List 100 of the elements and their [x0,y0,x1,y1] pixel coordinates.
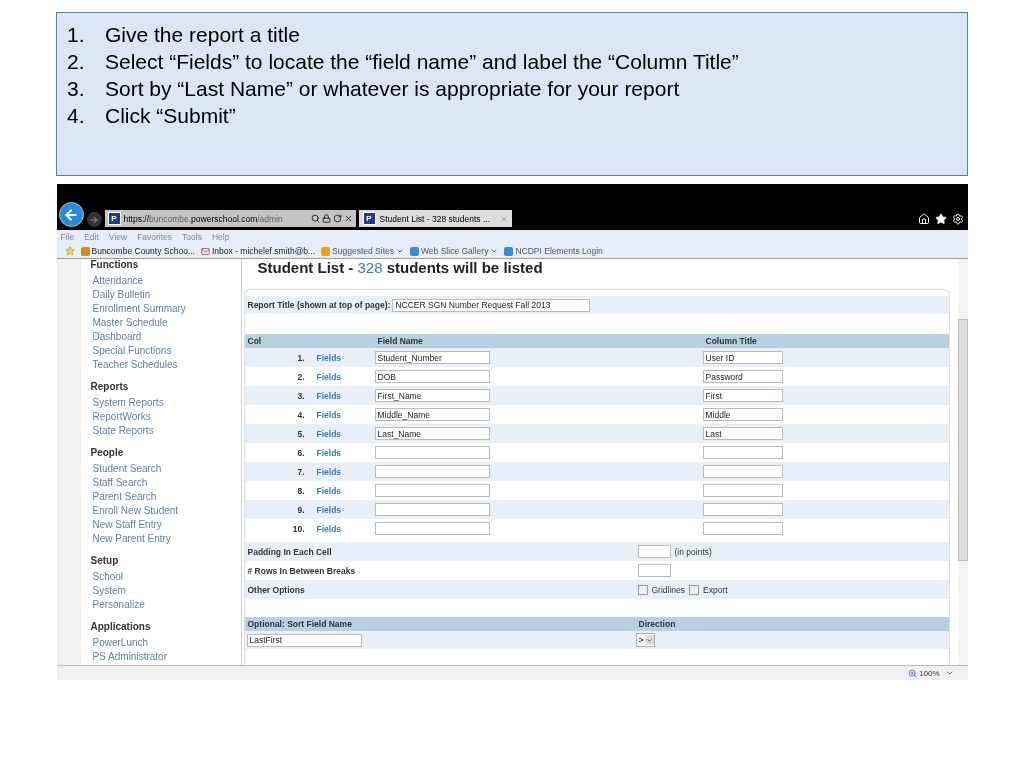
menu-item[interactable]: Favorites [137,232,173,242]
fields-link[interactable]: Fields [316,428,375,439]
column-header: Column Title [704,336,758,346]
star-icon[interactable] [934,213,947,225]
scrollbar[interactable] [957,259,968,665]
favorite-link[interactable]: Buncombe County Schoo... [80,246,195,256]
checkbox-label: Export [703,584,728,595]
sidebar-link[interactable]: ReportWorks [92,410,241,424]
sidebar-link[interactable]: Enrollment Summary [92,302,241,316]
sidebar-link[interactable]: State Reports [92,424,241,438]
favorite-link[interactable]: Suggested Sites [321,246,404,256]
fields-link[interactable]: Fields [316,352,375,363]
column-title-input[interactable]: Middle [702,408,783,421]
column-header: Field Name [376,336,424,346]
menu-item[interactable]: View [108,232,128,242]
field-name-input[interactable] [374,522,490,535]
lock-icon [321,214,331,223]
column-title-input[interactable] [702,446,783,459]
checkbox[interactable] [637,584,648,595]
fields-link[interactable]: Fields [316,523,375,534]
browser-tab[interactable]: P Student List - 328 students ... [358,210,512,227]
padding-input[interactable] [637,545,671,558]
sidebar-link[interactable]: Daily Bulletin [92,288,241,302]
fields-link[interactable]: Fields [316,390,375,401]
zoom-level[interactable]: 100% [908,668,940,678]
step-text: Select “Fields” to locate the “field name” and label the “Column Title” [105,49,739,75]
column-title-input[interactable]: Last [702,427,783,440]
field-name-input[interactable] [374,484,490,497]
close-icon[interactable] [343,214,353,223]
sidebar-link[interactable]: Special Functions [92,344,241,358]
fields-link[interactable]: Fields [316,504,375,515]
sidebar-link[interactable]: Personalize [92,598,241,612]
caret-icon[interactable] [945,669,954,677]
address-bar[interactable]: P https://buncombe.powerschool.com/admin [104,210,356,227]
sidebar-link[interactable]: Enroll New Student [92,504,241,518]
caret-icon [490,247,499,255]
column-title-input[interactable] [702,465,783,478]
fields-link[interactable]: Fields [316,466,375,477]
sidebar-link[interactable]: PowerLunch [92,636,241,650]
sidebar-heading: Reports [90,381,130,393]
step-number: 2. [67,49,86,75]
sidebar-link[interactable]: Attendance [92,274,241,288]
sort-field-input[interactable]: LastFirst [246,633,362,647]
row-number: 9. [296,504,306,515]
sidebar-link[interactable]: Student Search [92,462,241,476]
sidebar-link[interactable]: Parent Search [92,490,241,504]
fields-link[interactable]: Fields [316,409,375,420]
sidebar-link[interactable]: New Staff Entry [92,518,241,532]
refresh-icon[interactable] [332,214,342,223]
field-name-input[interactable] [374,503,490,516]
field-name-input[interactable]: Student_Number [374,351,490,364]
rows-input[interactable] [637,564,671,577]
menu-item[interactable]: Help [211,232,230,242]
home-icon[interactable] [917,213,930,225]
search-icon[interactable] [310,214,320,223]
settings-icon[interactable] [951,213,964,225]
field-name-input[interactable] [374,446,490,459]
sidebar-link[interactable]: System Reports [92,396,241,410]
favorite-link[interactable]: NCDPI Elements Login [504,246,603,256]
site-icon [410,246,419,256]
column-title-input[interactable] [702,522,783,535]
column-title-input[interactable]: First [702,389,783,402]
menu-item[interactable]: Edit [84,232,99,242]
favorite-link[interactable]: Inbox - michelef.smith@b... [201,246,316,256]
field-name-input[interactable]: First_Name [374,389,490,402]
page-title: Student List - 328 students will be listed [256,259,544,276]
field-name-input[interactable]: Middle_Name [374,408,490,421]
column-title-input[interactable] [702,484,783,497]
field-name-input[interactable] [374,465,490,478]
direction-select[interactable]: > [635,633,656,647]
sidebar-link[interactable]: Teacher Schedules [92,358,241,372]
zoom-icon [908,668,918,678]
checkbox[interactable] [689,584,700,595]
sidebar-link[interactable]: School [92,570,241,584]
step-text: Sort by “Last Name” or whatever is appropriate for your report [105,76,680,102]
sidebar-link[interactable]: System [92,584,241,598]
site-icon: P [362,212,376,225]
report-title-field[interactable]: NCCER SGN Number Request Fall 2013 [392,298,591,312]
sidebar-link[interactable]: Staff Search [92,476,241,490]
column-title-input[interactable]: User ID [702,351,783,364]
menu-item[interactable]: File [60,232,75,242]
fields-link[interactable]: Fields [316,485,375,496]
fields-link[interactable]: Fields [316,447,375,458]
menu-item[interactable]: Tools [182,232,202,242]
field-name-input[interactable]: DOB [374,370,490,383]
step-number: 3. [67,76,86,102]
sidebar-link[interactable]: PS Administrator [92,650,241,664]
favorites-star-icon[interactable] [64,246,75,256]
sidebar-link[interactable]: New Parent Entry [92,532,241,546]
column-header: Col [246,336,263,346]
fields-link[interactable]: Fields [316,371,375,382]
forward-button[interactable] [86,212,102,227]
row-number: 8. [296,485,306,496]
column-title-input[interactable] [702,503,783,516]
back-button[interactable] [58,202,84,227]
field-name-input[interactable]: Last_Name [374,427,490,440]
column-title-input[interactable]: Password [702,370,783,383]
sidebar-link[interactable]: Dashboard [92,330,241,344]
favorite-link[interactable]: Web Slice Gallery [410,246,499,256]
sidebar-link[interactable]: Master Schedule [92,316,241,330]
